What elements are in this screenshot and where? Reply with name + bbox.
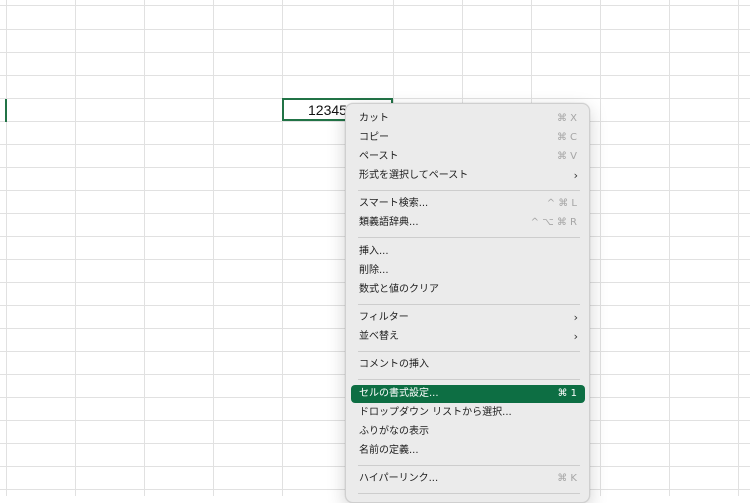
- menu-item-label: ドロップダウン リストから選択...: [359, 407, 512, 418]
- menu-item-delete[interactable]: 削除...: [351, 262, 585, 280]
- menu-shortcut: ⌘ X: [556, 113, 577, 124]
- menu-separator: [358, 465, 580, 466]
- menu-shortcut: ^ ⌘ L: [546, 198, 577, 209]
- menu-item-label: セルの書式設定...: [359, 388, 439, 399]
- chevron-right-icon: ›: [573, 330, 578, 343]
- menu-separator: [358, 237, 580, 238]
- menu-item-show-phonetic[interactable]: ふりがなの表示: [351, 423, 585, 441]
- chevron-right-icon: ›: [573, 169, 578, 182]
- menu-item-label: ハイパーリンク...: [359, 473, 439, 484]
- menu-item-label: 数式と値のクリア: [359, 284, 439, 295]
- context-menu: カット ⌘ X コピー ⌘ C ペースト ⌘ V 形式を選択してペースト › ス…: [345, 103, 590, 503]
- menu-item-label: ペースト: [359, 151, 399, 162]
- menu-item-label: カット: [359, 113, 389, 124]
- menu-item-copy[interactable]: コピー ⌘ C: [351, 129, 585, 147]
- menu-shortcut: ⌘ 1: [557, 388, 577, 399]
- menu-item-define-name[interactable]: 名前の定義...: [351, 442, 585, 460]
- menu-item-smart-lookup[interactable]: スマート検索... ^ ⌘ L: [351, 195, 585, 213]
- menu-item-clear-contents[interactable]: 数式と値のクリア: [351, 281, 585, 299]
- menu-shortcut: ⌘ C: [556, 132, 577, 143]
- menu-separator: [358, 493, 580, 494]
- menu-item-label: スマート検索...: [359, 198, 429, 209]
- menu-separator: [358, 304, 580, 305]
- menu-item-filter[interactable]: フィルター ›: [351, 309, 585, 327]
- menu-item-label: コメントの挿入: [359, 359, 429, 370]
- menu-item-paste[interactable]: ペースト ⌘ V: [351, 148, 585, 166]
- menu-separator: [358, 379, 580, 380]
- menu-shortcut: ^ ⌥ ⌘ R: [530, 217, 577, 228]
- menu-item-paste-special[interactable]: 形式を選択してペースト ›: [351, 167, 585, 185]
- menu-item-sort[interactable]: 並べ替え ›: [351, 328, 585, 346]
- menu-shortcut: ⌘ K: [557, 473, 577, 484]
- menu-separator: [358, 351, 580, 352]
- menu-item-label: コピー: [359, 132, 389, 143]
- menu-shortcut: ⌘ V: [556, 151, 577, 162]
- menu-item-label: 削除...: [359, 265, 389, 276]
- menu-item-label: 類義語辞典...: [359, 217, 419, 228]
- menu-item-hyperlink[interactable]: ハイパーリンク... ⌘ K: [351, 470, 585, 488]
- menu-item-label: ふりがなの表示: [359, 426, 429, 437]
- row-selection-marker: [5, 99, 7, 122]
- menu-item-insert-comment[interactable]: コメントの挿入: [351, 356, 585, 374]
- menu-item-label: 形式を選択してペースト: [359, 170, 469, 181]
- menu-item-label: 並べ替え: [359, 331, 399, 342]
- menu-separator: [358, 190, 580, 191]
- chevron-right-icon: ›: [573, 311, 578, 324]
- menu-item-insert[interactable]: 挿入...: [351, 243, 585, 261]
- menu-item-cut[interactable]: カット ⌘ X: [351, 110, 585, 128]
- menu-item-pick-from-dropdown[interactable]: ドロップダウン リストから選択...: [351, 404, 585, 422]
- menu-item-label: 名前の定義...: [359, 445, 419, 456]
- menu-item-format-cells[interactable]: セルの書式設定... ⌘ 1: [351, 385, 585, 403]
- menu-item-label: フィルター: [359, 312, 409, 323]
- menu-item-label: 挿入...: [359, 246, 389, 257]
- menu-item-thesaurus[interactable]: 類義語辞典... ^ ⌥ ⌘ R: [351, 214, 585, 232]
